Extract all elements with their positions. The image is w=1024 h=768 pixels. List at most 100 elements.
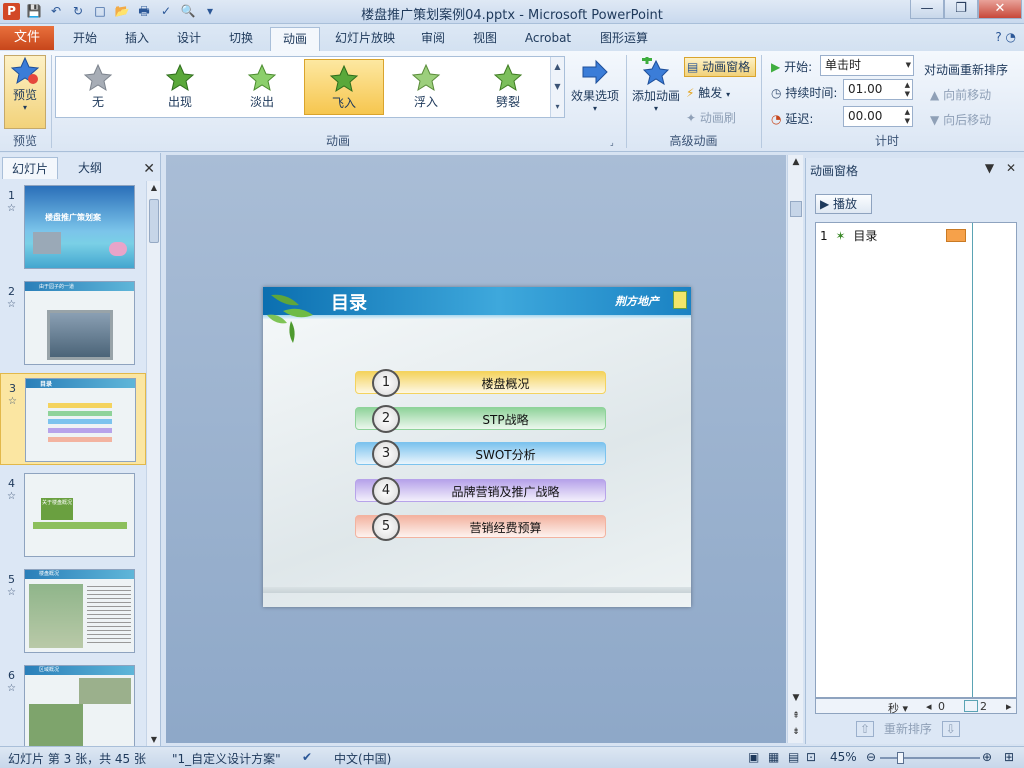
tab-acrobat[interactable]: Acrobat [514, 27, 582, 51]
main-scrollbar[interactable]: ▲ ▼ ⇞ ⇟ [787, 155, 803, 743]
reorder-down-icon[interactable]: ⇩ [941, 721, 960, 737]
thumbnails-scrollbar[interactable]: ▲ ▼ [146, 181, 160, 746]
scroll-down-icon[interactable]: ▼ [147, 735, 161, 744]
slide-thumbnail[interactable]: 楼盘概况 [24, 569, 135, 653]
toc-item-4[interactable]: 4 品牌营销及推广战略 [355, 477, 606, 505]
pane-dropdown-icon[interactable]: ▼ [985, 161, 994, 175]
duration-stepper[interactable]: 01.00 ▲ ▼ [843, 79, 913, 100]
thumbnail-row[interactable]: 5 ☆ 楼盘概况 [0, 565, 146, 657]
thumbnail-row[interactable]: 6 ☆ 区域概况 [0, 661, 146, 746]
toc-item-1[interactable]: 1 楼盘概况 [355, 369, 606, 397]
gallery-item-label: 无 [91, 95, 104, 109]
start-select[interactable]: 单击时 ▼ [820, 55, 914, 76]
tab-shape-ops[interactable]: 图形运算 [590, 27, 658, 51]
theme-name[interactable]: "1_自定义设计方案" [172, 750, 281, 767]
tab-slideshow[interactable]: 幻灯片放映 [326, 27, 404, 51]
move-later-button[interactable]: ▼ 向后移动 [930, 111, 991, 128]
proofing-icon[interactable]: ✔ [302, 750, 312, 764]
slideshow-view-icon[interactable]: ⊡ [806, 750, 816, 764]
thumbnail-row-selected[interactable]: 3 ☆ 目录 [0, 373, 146, 465]
language-indicator[interactable]: 中文(中国) [334, 750, 391, 767]
help-icon[interactable]: ? ◔ [995, 30, 1016, 44]
dialog-launcher-icon[interactable]: ⌟ [610, 138, 614, 147]
tab-slides[interactable]: 幻灯片 [2, 157, 58, 179]
delay-stepper[interactable]: 00.00 ▲ ▼ [843, 106, 913, 127]
timeline-left-icon[interactable]: ◂ [926, 700, 932, 713]
tab-review[interactable]: 审阅 [410, 27, 456, 51]
close-button[interactable]: ✕ [978, 0, 1022, 19]
gallery-item-none[interactable]: 无 [58, 59, 138, 115]
stepper-arrows-icon[interactable]: ▲ ▼ [905, 108, 910, 126]
play-button[interactable]: ▶ 播放 [815, 194, 872, 214]
add-animation-dropdown-icon[interactable]: ▾ [630, 104, 682, 113]
animation-pane-button[interactable]: ▤ 动画窗格 [684, 57, 756, 77]
tab-file[interactable]: 文件 [0, 26, 54, 50]
slide-title[interactable]: 目录 [331, 289, 367, 315]
gallery-up-icon[interactable]: ▲ [551, 57, 564, 77]
zoom-slider[interactable] [880, 757, 980, 759]
fit-to-window-icon[interactable]: ⊞ [1004, 750, 1014, 764]
slide-sorter-icon[interactable]: ▦ [768, 750, 779, 764]
zoom-out-icon[interactable]: ⊖ [866, 750, 876, 764]
thumbnail-row[interactable]: 2 ☆ 由于园子的一道 [0, 277, 146, 369]
tab-view[interactable]: 视图 [462, 27, 508, 51]
toc-item-5[interactable]: 5 营销经费预算 [355, 513, 606, 541]
normal-view-icon[interactable]: ▣ [748, 750, 759, 764]
trigger-button[interactable]: ⚡ 触发 ▾ [686, 84, 730, 101]
previous-slide-icon[interactable]: ⇞ [788, 711, 804, 721]
thumbnail-row[interactable]: 1 ☆ 楼盘推广策划案 [0, 181, 146, 273]
move-earlier-button[interactable]: ▲ 向前移动 [930, 86, 991, 103]
gallery-item-appear[interactable]: 出现 [140, 59, 220, 115]
gallery-scrollbar[interactable]: ▲ ▼ ▾ [550, 57, 564, 117]
slide-thumbnail[interactable]: 关于楼盘概况 [24, 473, 135, 557]
slide-thumbnail[interactable]: 由于园子的一道 [24, 281, 135, 365]
preview-dropdown-icon[interactable]: ▾ [5, 103, 45, 112]
stepper-arrows-icon[interactable]: ▲ ▼ [905, 81, 910, 99]
zoom-slider-thumb[interactable] [897, 752, 904, 764]
thumbnail-row[interactable]: 4 ☆ 关于楼盘概况 [0, 469, 146, 561]
gallery-item-fade[interactable]: 淡出 [222, 59, 302, 115]
tab-insert[interactable]: 插入 [114, 27, 160, 51]
restore-button[interactable]: ❐ [944, 0, 978, 19]
scroll-down-icon[interactable]: ▼ [788, 693, 804, 703]
toc-item-3[interactable]: 3 SWOT分析 [355, 440, 606, 468]
slide-thumbnail[interactable]: 楼盘推广策划案 [24, 185, 135, 269]
tab-design[interactable]: 设计 [166, 27, 212, 51]
scroll-thumb[interactable] [149, 199, 159, 243]
timing-bar[interactable] [946, 229, 966, 242]
next-slide-icon[interactable]: ⇟ [788, 727, 804, 737]
animation-painter-button[interactable]: ✦ 动画刷 [686, 109, 736, 126]
slide-thumbnail[interactable]: 目录 [25, 378, 136, 462]
scroll-up-icon[interactable]: ▲ [147, 183, 161, 192]
timeline-cursor[interactable] [964, 700, 978, 712]
gallery-down-icon[interactable]: ▼ [551, 77, 564, 97]
effect-options-button[interactable]: 效果选项 ▾ [568, 57, 622, 127]
zoom-level[interactable]: 45% [830, 750, 857, 764]
tab-animations[interactable]: 动画 [270, 27, 320, 51]
timeline-right-icon[interactable]: ▸ [1006, 700, 1012, 713]
reorder-control[interactable]: ⇧ 重新排序 ⇩ [856, 720, 960, 737]
minimize-button[interactable]: — [910, 0, 944, 19]
current-slide[interactable]: 目录 荆方地产 1 楼盘概况 2 STP战略 3 SWOT分析 4 品牌营销及推… [263, 287, 691, 607]
reorder-up-icon[interactable]: ⇧ [856, 721, 875, 737]
close-icon[interactable]: ✕ [143, 161, 155, 177]
gallery-item-fly-in[interactable]: 飞入 [304, 59, 384, 115]
tab-outline[interactable]: 大纲 [62, 157, 118, 179]
slide-thumbnail[interactable]: 区域概况 [24, 665, 135, 746]
toc-item-2[interactable]: 2 STP战略 [355, 405, 606, 433]
gallery-item-split[interactable]: 劈裂 [468, 59, 548, 115]
effect-options-dropdown-icon[interactable]: ▾ [568, 104, 622, 113]
add-animation-button[interactable]: 添加动画 ▾ [630, 57, 682, 127]
preview-button[interactable]: 预览 ▾ [4, 55, 46, 129]
scroll-thumb[interactable] [790, 201, 802, 217]
gallery-more-icon[interactable]: ▾ [551, 97, 564, 117]
animation-entry[interactable]: 1 ✶ 目录 [820, 227, 970, 245]
timeline-unit-select[interactable]: 秒 ▾ [888, 700, 908, 716]
pane-close-icon[interactable]: ✕ [1006, 161, 1016, 175]
tab-home[interactable]: 开始 [62, 27, 108, 51]
gallery-item-float-in[interactable]: 浮入 [386, 59, 466, 115]
reading-view-icon[interactable]: ▤ [788, 750, 799, 764]
tab-transitions[interactable]: 切换 [218, 27, 264, 51]
zoom-in-icon[interactable]: ⊕ [982, 750, 992, 764]
scroll-up-icon[interactable]: ▲ [788, 157, 804, 167]
